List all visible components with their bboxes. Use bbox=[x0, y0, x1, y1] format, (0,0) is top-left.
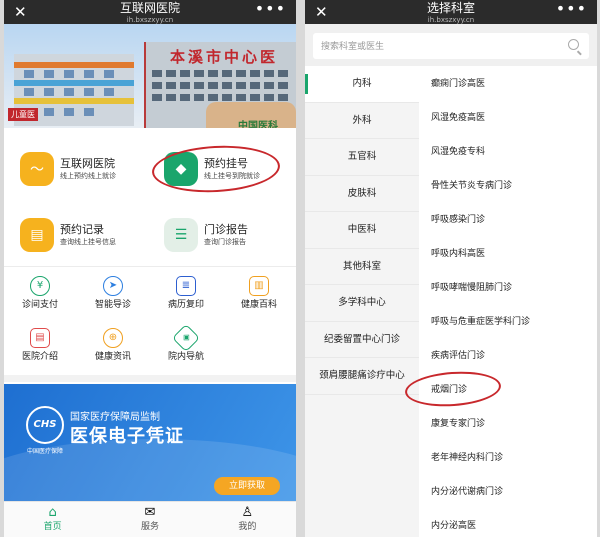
hospital-sign: 本溪市中心医 bbox=[170, 48, 279, 66]
more-icon[interactable]: ••• bbox=[255, 0, 286, 18]
department-item[interactable]: 风湿免疫专科 bbox=[431, 144, 485, 157]
copy-icon: ≣ bbox=[176, 276, 196, 296]
tab-label: 我的 bbox=[238, 522, 257, 532]
banner-flag: 儿童医 bbox=[8, 108, 38, 121]
book-icon: ▥ bbox=[249, 276, 269, 296]
department-item[interactable]: 疾病评估门诊 bbox=[431, 348, 485, 361]
feature-title: 互联网医院 bbox=[60, 157, 115, 170]
report-icon: ☰ bbox=[164, 218, 198, 252]
category-item[interactable]: 内科 bbox=[305, 66, 419, 103]
get-now-button[interactable]: 立即获取 bbox=[214, 477, 280, 495]
title-bar: ✕ 选择科室 ih.bxszxyy.cn ••• bbox=[305, 0, 597, 24]
department-item[interactable]: 癫痫门诊高医 bbox=[431, 76, 485, 89]
category-item[interactable]: 皮肤科 bbox=[305, 176, 419, 212]
department-item[interactable]: 内分泌高医 bbox=[431, 518, 476, 531]
category-item[interactable]: 纪委留置中心门诊 bbox=[305, 322, 419, 358]
feature-subtitle: 查询线上挂号信息 bbox=[60, 238, 116, 246]
service-indoor-navigation[interactable]: ◈ 院内导航 bbox=[151, 323, 221, 363]
tab-label: 服务 bbox=[140, 522, 159, 532]
payment-icon: ¥ bbox=[30, 276, 50, 296]
feature-appointment-records[interactable]: ▤ 预约记录 查询线上挂号信息 bbox=[20, 218, 116, 252]
monument-text: 中国医科 bbox=[238, 121, 278, 128]
promo-supervisor: 国家医疗保障局监制 bbox=[70, 412, 160, 423]
department-item[interactable]: 老年神经内科门诊 bbox=[431, 450, 503, 463]
department-item[interactable]: 康复专家门诊 bbox=[431, 416, 485, 429]
close-icon[interactable]: ✕ bbox=[14, 2, 27, 22]
building-right: 本溪市中心医 中国医科 bbox=[144, 42, 296, 128]
department-item[interactable]: 骨性关节炎专病门诊 bbox=[431, 178, 512, 191]
close-icon[interactable]: ✕ bbox=[315, 2, 328, 22]
feature-outpatient-report[interactable]: ☰ 门诊报告 查询门诊报告 bbox=[164, 218, 248, 252]
page-title: 选择科室 bbox=[426, 1, 475, 15]
more-icon[interactable]: ••• bbox=[556, 0, 587, 18]
chs-logo-subtitle: 中国医疗保障 bbox=[26, 448, 63, 455]
service-health-wiki[interactable]: ▥ 健康百科 bbox=[224, 276, 294, 311]
page-url: ih.bxszxyy.cn bbox=[427, 16, 475, 24]
chs-logo-icon: CHS bbox=[26, 406, 64, 444]
service-label: 健康百科 bbox=[240, 300, 277, 310]
department-item[interactable]: 风湿免疫高医 bbox=[431, 110, 485, 123]
search-bar: 搜索科室或医生 bbox=[305, 24, 597, 66]
service-label: 健康资讯 bbox=[94, 352, 131, 362]
category-item[interactable]: 五官科 bbox=[305, 139, 419, 176]
compass-icon: ◈ bbox=[171, 323, 201, 353]
department-item[interactable]: 内分泌代谢病门诊 bbox=[431, 484, 503, 497]
department-item[interactable]: 呼吸感染门诊 bbox=[431, 212, 485, 225]
service-label: 病历复印 bbox=[167, 300, 204, 310]
category-item[interactable]: 中医科 bbox=[305, 212, 419, 249]
title-bar: ✕ 互联网医院 ih.bxszxyy.cn ••• bbox=[4, 0, 296, 24]
category-item[interactable]: 外科 bbox=[305, 103, 419, 139]
feature-title: 门诊报告 bbox=[204, 223, 248, 236]
medical-insurance-promo[interactable]: CHS 中国医疗保障 国家医疗保障局监制 医保电子凭证 立即获取 bbox=[4, 384, 296, 501]
hospital-banner: 儿童医 本溪市中心医 中国医科 bbox=[4, 24, 296, 128]
category-item[interactable]: 其他科室 bbox=[305, 249, 419, 285]
service-label: 医院介绍 bbox=[21, 352, 58, 362]
feature-subtitle: 查询门诊报告 bbox=[204, 238, 246, 246]
department-select-screen: ✕ 选择科室 ih.bxszxyy.cn ••• 搜索科室或医生 内科 外科 五… bbox=[305, 0, 597, 537]
department-item[interactable]: 呼吸哮喘慢阻肺门诊 bbox=[431, 280, 512, 293]
service-smart-guide[interactable]: ➤ 智能导诊 bbox=[78, 276, 148, 311]
search-input[interactable]: 搜索科室或医生 bbox=[313, 33, 589, 59]
globe-icon: ⊕ bbox=[103, 328, 123, 348]
page-title: 互联网医院 bbox=[119, 1, 180, 15]
feature-title: 预约记录 bbox=[60, 223, 104, 236]
category-item[interactable]: 颈肩腰腿痛诊疗中心 bbox=[305, 358, 419, 395]
tab-services[interactable]: ✉ 服务 bbox=[101, 502, 198, 537]
tab-profile[interactable]: ♙ 我的 bbox=[199, 502, 296, 537]
home-screen: ✕ 互联网医院 ih.bxszxyy.cn ••• 儿童医 本溪市中心医 中国医… bbox=[4, 0, 296, 537]
service-label: 诊间支付 bbox=[21, 300, 58, 310]
department-list: 癫痫门诊高医 风湿免疫高医 风湿免疫专科 骨性关节炎专病门诊 呼吸感染门诊 呼吸… bbox=[419, 66, 597, 537]
annotation-circle bbox=[150, 142, 282, 196]
service-payment[interactable]: ¥ 诊间支付 bbox=[5, 276, 75, 311]
service-health-news[interactable]: ⊕ 健康资讯 bbox=[78, 328, 148, 363]
service-record-copy[interactable]: ≣ 病历复印 bbox=[151, 276, 221, 311]
user-icon: ♙ bbox=[241, 505, 254, 520]
hospital-icon: ▤ bbox=[30, 328, 50, 348]
category-list: 内科 外科 五官科 皮肤科 中医科 其他科室 多学科中心 纪委留置中心门诊 颈肩… bbox=[305, 66, 419, 537]
navigation-icon: ➤ bbox=[103, 276, 123, 296]
section-gap bbox=[4, 375, 296, 382]
search-icon[interactable] bbox=[568, 39, 579, 50]
divider bbox=[4, 266, 296, 267]
category-item[interactable]: 多学科中心 bbox=[305, 285, 419, 322]
home-icon: ⌂ bbox=[48, 505, 57, 520]
tab-home[interactable]: ⌂ 首页 bbox=[4, 502, 101, 537]
search-placeholder: 搜索科室或医生 bbox=[321, 42, 385, 52]
service-label: 智能导诊 bbox=[94, 300, 131, 310]
department-item[interactable]: 呼吸与危重症医学科门诊 bbox=[431, 314, 530, 327]
service-label: 院内导航 bbox=[167, 352, 204, 362]
mail-icon: ✉ bbox=[144, 505, 156, 520]
feature-internet-hospital[interactable]: 〜 互联网医院 线上预约线上就诊 bbox=[20, 152, 116, 186]
chart-icon: 〜 bbox=[20, 152, 54, 186]
tab-label: 首页 bbox=[43, 522, 62, 532]
department-item[interactable]: 呼吸内科高医 bbox=[431, 246, 485, 259]
service-hospital-intro[interactable]: ▤ 医院介绍 bbox=[5, 328, 75, 363]
promo-title: 医保电子凭证 bbox=[70, 426, 184, 447]
clipboard-icon: ▤ bbox=[20, 218, 54, 252]
page-url: ih.bxszxyy.cn bbox=[126, 16, 174, 24]
feature-subtitle: 线上预约线上就诊 bbox=[60, 172, 116, 180]
bottom-tab-bar: ⌂ 首页 ✉ 服务 ♙ 我的 bbox=[4, 501, 296, 537]
